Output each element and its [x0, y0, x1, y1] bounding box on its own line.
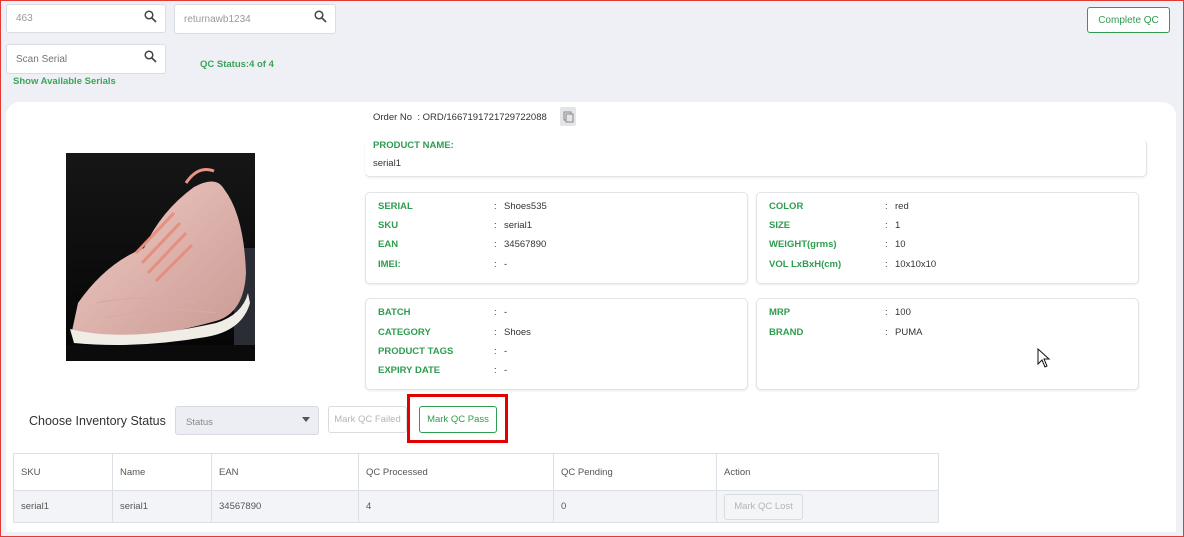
serial-scan-input[interactable]: [16, 45, 135, 73]
cell-qc-processed: 4: [358, 490, 554, 523]
awb-search-field[interactable]: [174, 4, 336, 34]
catalog-panel: BATCH: - CATEGORY: Shoes PRODUCT TAGS: - EX…: [365, 298, 748, 390]
caret-down-icon[interactable]: [302, 415, 310, 426]
complete-qc-button[interactable]: Complete QC: [1087, 7, 1170, 33]
cell-action: Mark QC Lost: [716, 490, 939, 523]
detail-value: 10x10x10: [895, 259, 937, 270]
column-header-sku: SKU: [13, 453, 113, 491]
detail-label: SKU: [378, 220, 399, 231]
detail-value: -: [504, 365, 508, 376]
detail-value: Shoes: [504, 327, 531, 338]
detail-value: Shoes535: [504, 201, 547, 212]
search-icon[interactable]: [314, 10, 327, 26]
order-number-separator: :: [417, 112, 420, 123]
awb-search-input[interactable]: [184, 5, 304, 33]
detail-label: BATCH: [378, 307, 411, 318]
pricing-panel: MRP:100 BRAND: PUMA: [756, 298, 1139, 390]
inventory-status-label: Choose Inventory Status: [29, 414, 166, 428]
status-dropdown-value: Status: [186, 417, 213, 428]
show-available-serials-link[interactable]: Show Available Serials: [13, 76, 116, 87]
table-header-row: SKU Name EAN QC Processed QC Pending Act…: [13, 453, 939, 491]
detail-value: PUMA: [895, 327, 923, 338]
column-header-name: Name: [112, 453, 212, 491]
detail-label: VOL LxBxH(cm): [769, 259, 842, 270]
column-header-ean: EAN: [211, 453, 359, 491]
detail-value: serial1: [504, 220, 532, 231]
copy-icon[interactable]: [560, 107, 576, 126]
table-row: serial1 serial1 34567890 4 0 Mark QC Los…: [13, 490, 939, 523]
cell-sku: serial1: [13, 490, 113, 523]
qc-status-text: QC Status:4 of 4: [200, 59, 274, 70]
column-header-action: Action: [716, 453, 939, 491]
detail-label: MRP: [769, 307, 791, 318]
order-search-field[interactable]: [6, 4, 166, 33]
search-icon[interactable]: [144, 10, 157, 26]
detail-value: -: [504, 307, 508, 318]
mark-qc-failed-button[interactable]: Mark QC Failed: [328, 406, 407, 433]
order-search-input[interactable]: [16, 5, 135, 32]
detail-label: CATEGORY: [378, 327, 431, 338]
detail-label: COLOR: [769, 201, 804, 212]
detail-label: SERIAL: [378, 201, 413, 212]
detail-value: -: [504, 259, 508, 270]
detail-value: red: [895, 201, 909, 212]
detail-label: PRODUCT TAGS: [378, 346, 454, 357]
detail-label: EAN: [378, 239, 399, 250]
order-number-row: Order No : ORD/1667191721729722088: [373, 112, 547, 123]
mouse-pointer-icon: [1037, 347, 1051, 371]
product-name-panel: PRODUCT NAME: serial1: [365, 140, 1147, 177]
product-name-label: PRODUCT NAME:: [373, 140, 454, 151]
column-header-qc-pending: QC Pending: [553, 453, 717, 491]
detail-value: 100: [895, 307, 911, 318]
detail-label: EXPIRY DATE: [378, 365, 441, 376]
cell-ean: 34567890: [211, 490, 359, 523]
mark-qc-lost-button[interactable]: Mark QC Lost: [724, 493, 803, 520]
cell-qc-pending: 0: [553, 490, 717, 523]
detail-value: 10: [895, 239, 906, 250]
cell-name: serial1: [112, 490, 212, 523]
product-image: [66, 153, 255, 361]
product-name-value: serial1: [373, 158, 401, 169]
mark-qc-pass-button[interactable]: Mark QC Pass: [419, 406, 497, 433]
order-number-label: Order No: [373, 112, 413, 123]
detail-label: WEIGHT(grms): [769, 239, 837, 250]
detail-label: SIZE: [769, 220, 791, 231]
detail-label: IMEI:: [378, 259, 401, 270]
search-icon[interactable]: [144, 50, 157, 66]
qc-table: SKU Name EAN QC Processed QC Pending Act…: [13, 453, 939, 523]
column-header-qc-processed: QC Processed: [358, 453, 554, 491]
serial-scan-field[interactable]: [6, 44, 166, 74]
identifiers-panel: SERIAL: Shoes535 SKU: serial1 EAN:34567890…: [365, 192, 748, 284]
detail-value: -: [504, 346, 508, 357]
detail-value: 34567890: [504, 239, 547, 250]
detail-value: 1: [895, 220, 901, 231]
attributes-panel: COLOR: red SIZE:1 WEIGHT(grms):10 VOL LxB…: [756, 192, 1139, 284]
detail-label: BRAND: [769, 327, 804, 338]
status-dropdown[interactable]: Status: [175, 406, 319, 435]
order-number-value: ORD/1667191721729722088: [422, 112, 547, 123]
